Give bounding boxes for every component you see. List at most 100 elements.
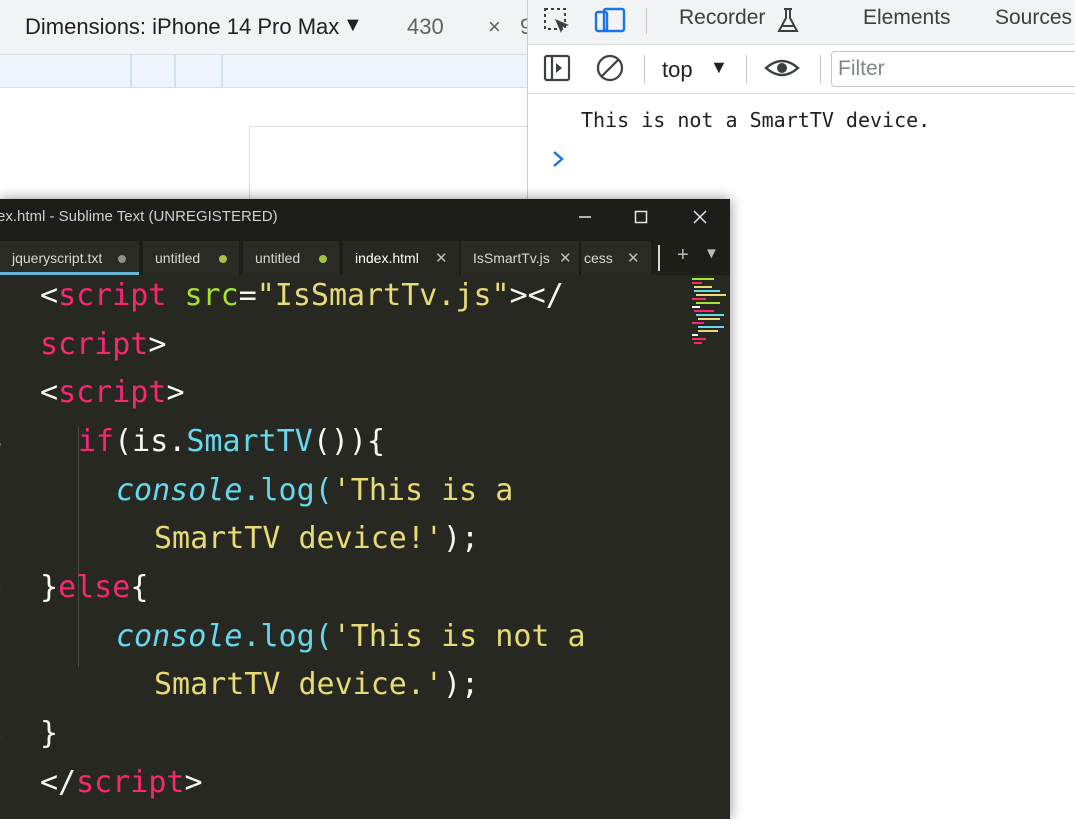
code-line: script> — [40, 327, 166, 375]
minimize-button[interactable] — [565, 201, 605, 235]
code-token: script — [40, 327, 149, 362]
tab-recorder[interactable]: Recorder — [679, 6, 765, 30]
sublime-text-window: ex.html - Sublime Text (UNREGISTERED) jq… — [0, 199, 730, 819]
editor-tabbar: jqueryscript.txt untitled untitled index… — [0, 237, 730, 275]
code-token: ()){ — [312, 424, 386, 459]
code-line: console.log('This is not a — [116, 619, 586, 667]
tab-cess[interactable]: cess ✕ — [581, 241, 651, 275]
close-icon[interactable]: ✕ — [435, 249, 448, 267]
code-token: < — [40, 375, 59, 410]
context-selector[interactable]: top — [662, 57, 693, 83]
code-token: ); — [442, 667, 480, 702]
minimap-line — [696, 302, 720, 304]
filter-field[interactable] — [831, 51, 1075, 87]
minimap-line — [692, 334, 698, 336]
clear-console-icon[interactable] — [595, 53, 625, 83]
tab-label: jqueryscript.txt — [12, 250, 103, 266]
minimap-line — [692, 298, 706, 300]
close-icon[interactable]: ✕ — [559, 249, 572, 267]
minimap[interactable] — [692, 276, 728, 356]
line-number: 6 — [0, 570, 2, 618]
unsaved-dot-icon[interactable] — [118, 255, 126, 263]
tab-label: IsSmartTv.js — [473, 250, 550, 266]
tab-untitled[interactable]: untitled — [143, 241, 239, 275]
code-token: if — [78, 424, 115, 459]
code-token: SmartTV — [186, 424, 313, 459]
code-line: <script src="IsSmartTv.js"></ — [40, 278, 564, 326]
minimap-line — [692, 338, 706, 340]
code-token: 'This is a — [332, 473, 514, 508]
new-tab-plus-icon[interactable]: + — [677, 244, 689, 267]
eye-icon[interactable] — [764, 53, 800, 83]
unsaved-dot-icon[interactable] — [219, 255, 227, 263]
code-editor[interactable]: 2 3 4 5 6 7 8 9 <script src="IsSmartTv.j… — [0, 275, 690, 819]
code-token: } — [40, 716, 59, 751]
tab-untitled[interactable]: untitled — [243, 241, 339, 275]
dimensions-caret-icon[interactable]: ▼ — [343, 14, 363, 37]
line-number: 2 — [0, 278, 2, 326]
flask-icon — [775, 6, 805, 36]
tab-index-html[interactable]: index.html ✕ — [343, 241, 459, 275]
code-line: </script> — [40, 765, 203, 813]
code-line: <script> — [40, 375, 185, 423]
minimap-line — [698, 318, 720, 320]
line-number: 7 — [0, 619, 2, 667]
chevron-down-icon[interactable]: ▼ — [710, 57, 728, 78]
width-input[interactable]: 430 — [407, 14, 444, 40]
close-window-button[interactable] — [680, 201, 720, 235]
dimension-separator-icon: × — [488, 14, 501, 39]
code-token: SmartTV device!' — [154, 521, 443, 556]
code-token: script — [58, 278, 167, 313]
ruler-tick — [130, 55, 132, 87]
ruler-tick — [221, 55, 223, 87]
filter-input[interactable] — [832, 52, 1075, 86]
tab-menu-chevron-icon[interactable]: ▼ — [704, 245, 719, 262]
line-number: 3 — [0, 375, 2, 423]
tab-elements[interactable]: Elements — [863, 6, 951, 30]
code-token: { — [130, 570, 149, 605]
code-token: (is. — [114, 424, 187, 459]
code-token: script — [76, 765, 185, 800]
window-title: ex.html - Sublime Text (UNREGISTERED) — [0, 208, 278, 225]
line-number: 4 — [0, 424, 2, 472]
dimensions-dropdown[interactable]: Dimensions: iPhone 14 Pro Max — [25, 14, 339, 40]
code-token: .log( — [242, 619, 333, 654]
tab-label: cess — [584, 250, 613, 266]
code-token: ></ — [509, 278, 564, 313]
code-token: src — [184, 278, 239, 313]
unsaved-dot-icon[interactable] — [319, 255, 327, 263]
minimap-line — [696, 314, 724, 316]
minimap-line — [694, 290, 720, 292]
media-query-ruler[interactable] — [0, 55, 527, 88]
code-line: } — [40, 716, 58, 764]
minimap-line — [694, 310, 714, 312]
maximize-button[interactable] — [621, 201, 661, 235]
code-token: console — [116, 473, 243, 508]
tab-jqueryscript[interactable]: jqueryscript.txt — [0, 241, 139, 275]
code-token: console — [116, 619, 243, 654]
code-token: > — [184, 765, 203, 800]
console-prompt-chevron-icon[interactable] — [548, 148, 570, 170]
code-token: </ — [40, 765, 77, 800]
minimap-line — [698, 326, 724, 328]
code-token: = — [238, 278, 257, 313]
close-icon[interactable]: ✕ — [627, 249, 640, 267]
ruler-tick — [174, 55, 176, 87]
code-token: else — [58, 570, 131, 605]
code-token: "IsSmartTv.js" — [256, 278, 510, 313]
tab-sources[interactable]: Sources — [995, 6, 1072, 30]
code-token: < — [40, 278, 59, 313]
code-token: 'This is not a — [332, 619, 586, 654]
device-toolbar: Dimensions: iPhone 14 Pro Max ▼ 430 × 9 — [0, 0, 532, 55]
inspect-element-icon[interactable] — [542, 6, 572, 36]
minimap-line — [694, 286, 712, 288]
devtools-tabbar: Recorder Elements Sources — [528, 0, 1075, 45]
minimap-line — [694, 342, 702, 344]
code-line: SmartTV device!'); — [154, 521, 479, 569]
code-token: script — [58, 375, 167, 410]
tab-issmarttv-js[interactable]: IsSmartTv.js ✕ — [461, 241, 579, 275]
sidebar-toggle-icon[interactable] — [542, 53, 572, 83]
line-number: 8 — [0, 716, 2, 764]
device-toolbar-icon[interactable] — [594, 6, 626, 36]
